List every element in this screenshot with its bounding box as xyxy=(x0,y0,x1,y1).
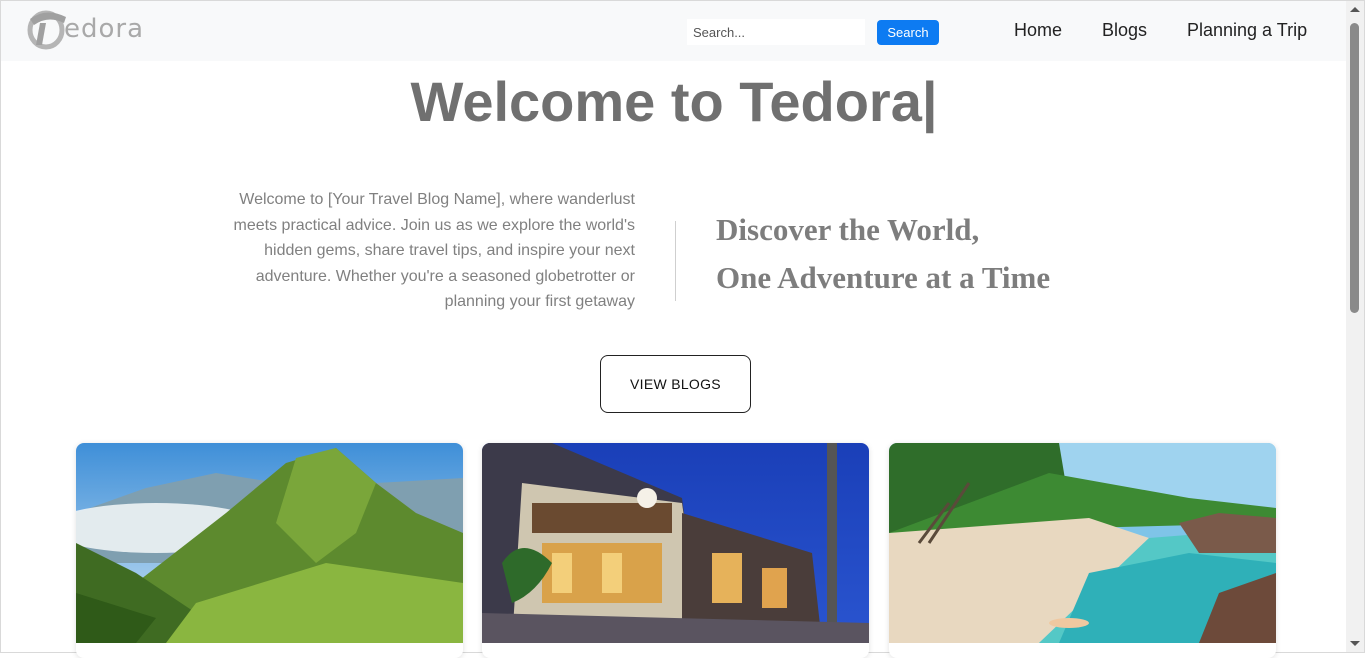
tagline: Discover the World, One Adventure at a T… xyxy=(716,206,1050,302)
intro-paragraph: Welcome to [Your Travel Blog Name], wher… xyxy=(233,191,635,310)
nav-link-planning-a-trip[interactable]: Planning a Trip xyxy=(1187,20,1307,41)
blog-card-night-street[interactable] xyxy=(482,443,869,658)
search-button[interactable]: Search xyxy=(877,20,939,45)
tagline-line-1: Discover the World, xyxy=(716,212,980,247)
logo-text: edora xyxy=(64,14,145,44)
navbar: edora Search Home Blogs Planning a Trip xyxy=(1,1,1347,61)
night-street-image xyxy=(482,443,869,643)
scrollbar-thumb[interactable] xyxy=(1350,23,1359,313)
nav-link-blogs[interactable]: Blogs xyxy=(1102,20,1147,41)
misty-mountains-image xyxy=(76,443,463,643)
scroll-down-arrow-icon[interactable] xyxy=(1350,641,1360,646)
tedora-logo[interactable]: edora xyxy=(26,9,143,51)
view-blogs-button[interactable]: VIEW BLOGS xyxy=(600,355,751,413)
logo-emblem-icon xyxy=(27,10,66,50)
hero-title: Welcome to Tedora| xyxy=(410,70,938,133)
nav-link-home[interactable]: Home xyxy=(1014,20,1062,41)
scroll-up-arrow-icon[interactable] xyxy=(1350,7,1360,12)
tropical-beach-image xyxy=(889,443,1276,643)
vertical-scrollbar[interactable] xyxy=(1346,1,1364,652)
tagline-line-2: One Adventure at a Time xyxy=(716,260,1051,295)
blog-card-beach[interactable] xyxy=(889,443,1276,658)
search-input[interactable] xyxy=(687,19,865,45)
vertical-divider xyxy=(675,221,676,301)
blog-card-mountains[interactable] xyxy=(76,443,463,658)
